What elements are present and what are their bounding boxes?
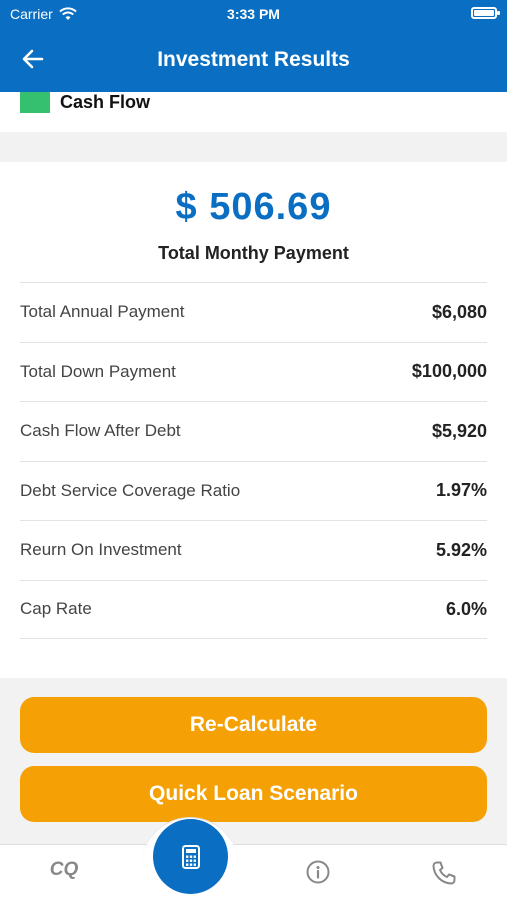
result-row: Debt Service Coverage Ratio 1.97%: [20, 460, 487, 521]
calculator-button[interactable]: [153, 819, 228, 894]
info-icon: [306, 860, 330, 884]
phone-icon: [432, 861, 456, 885]
legend-label: Cash Flow: [60, 92, 151, 112]
result-row: Cap Rate 6.0%: [20, 579, 487, 639]
quick-loan-scenario-button[interactable]: Quick Loan Scenario: [20, 766, 487, 822]
result-label: Debt Service Coverage Ratio: [20, 480, 241, 500]
status-bar: Carrier 3:33 PM: [0, 0, 507, 28]
result-value: $5,920: [431, 420, 487, 441]
results-list: Total Annual Payment $6,080 Total Down P…: [20, 282, 487, 639]
top-bar: Carrier 3:33 PM Investment Results: [0, 0, 507, 92]
app-screen: Carrier 3:33 PM Investment Results Cash …: [0, 0, 507, 900]
legend-swatch: [20, 92, 50, 113]
chart-legend: Cash Flow: [0, 92, 507, 132]
result-value: 1.97%: [435, 480, 487, 501]
tab-phone[interactable]: [424, 859, 464, 889]
result-label: Cash Flow After Debt: [20, 421, 181, 441]
result-value: 5.92%: [435, 539, 487, 560]
result-label: Cap Rate: [20, 599, 92, 619]
result-value: 6.0%: [445, 598, 487, 619]
page-title: Investment Results: [157, 48, 350, 71]
tab-cq[interactable]: CQ: [44, 859, 84, 889]
result-row: Cash Flow After Debt $5,920: [20, 401, 487, 461]
status-time: 3:33 PM: [227, 6, 280, 22]
result-value: $100,000: [411, 361, 487, 382]
calculator-icon: [181, 844, 200, 869]
battery-icon: [471, 7, 500, 19]
result-label: Reurn On Investment: [20, 540, 182, 560]
monthly-payment-amount: $ 506.69: [175, 186, 332, 228]
result-label: Total Annual Payment: [20, 302, 185, 322]
result-row: Total Annual Payment $6,080: [20, 282, 487, 342]
navigation-bar: Investment Results: [0, 40, 507, 80]
result-label: Total Down Payment: [20, 361, 176, 381]
monthly-payment-caption: Total Monthy Payment: [158, 243, 349, 263]
results-card: $ 506.69 Total Monthy Payment Total Annu…: [0, 162, 507, 678]
result-row: Total Down Payment $100,000: [20, 341, 487, 402]
recalculate-button[interactable]: Re-Calculate: [20, 697, 487, 753]
tab-bar: CQ: [0, 844, 507, 900]
tab-info[interactable]: [298, 859, 338, 889]
result-row: Reurn On Investment 5.92%: [20, 520, 487, 580]
result-value: $6,080: [431, 301, 487, 322]
